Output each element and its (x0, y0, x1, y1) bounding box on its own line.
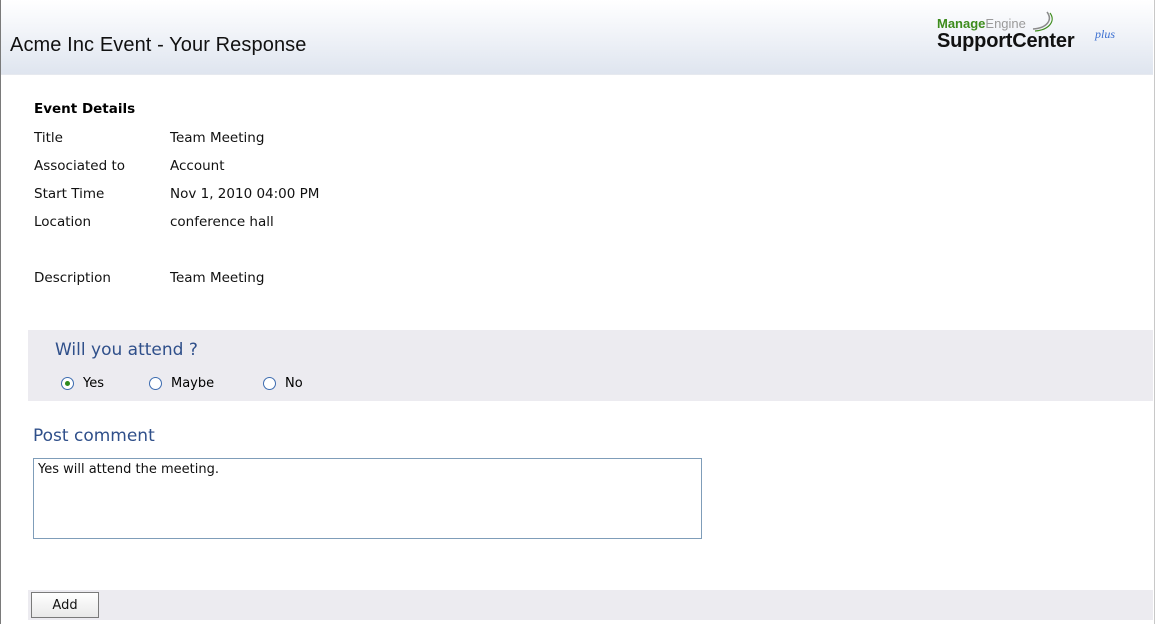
page-header: Acme Inc Event - Your Response ManageEng… (1, 0, 1153, 75)
detail-value: Team Meeting (170, 130, 265, 146)
logo-swoosh-icon (1032, 11, 1053, 32)
detail-label: Title (34, 130, 63, 146)
detail-label: Location (34, 214, 92, 230)
detail-label: Start Time (34, 186, 105, 202)
manageengine-logo: ManageEngine SupportCenter plus (937, 10, 1137, 70)
add-button[interactable]: Add (31, 592, 99, 618)
comment-textarea[interactable]: Yes will attend the meeting. (33, 458, 702, 539)
detail-label: Associated to (34, 158, 126, 174)
attendance-panel: Will you attend ? Yes Maybe No (28, 330, 1153, 401)
page-title: Acme Inc Event - Your Response (10, 34, 307, 56)
radio-yes[interactable]: Yes (61, 376, 104, 391)
detail-value: Team Meeting (170, 270, 265, 286)
logo-product-text: SupportCenter (937, 30, 1075, 52)
radio-no[interactable]: No (263, 376, 303, 391)
logo-brand-text: ManageEngine (937, 16, 1026, 31)
logo-plus-text: plus (1095, 27, 1116, 41)
detail-value: Account (170, 158, 225, 174)
radio-no-circle[interactable] (263, 377, 276, 390)
radio-maybe-circle[interactable] (149, 377, 162, 390)
actions-bar (28, 590, 1153, 620)
attendance-question: Will you attend ? (55, 340, 198, 360)
detail-label: Description (34, 270, 111, 286)
detail-value: Nov 1, 2010 04:00 PM (170, 186, 320, 202)
post-comment-heading: Post comment (33, 426, 155, 446)
radio-yes-label: Yes (83, 376, 104, 391)
radio-maybe-label: Maybe (171, 376, 215, 391)
radio-no-label: No (285, 376, 303, 391)
radio-yes-circle[interactable] (61, 377, 74, 390)
detail-value: conference hall (170, 214, 274, 230)
event-details-heading: Event Details (34, 101, 136, 117)
radio-maybe[interactable]: Maybe (149, 376, 214, 391)
